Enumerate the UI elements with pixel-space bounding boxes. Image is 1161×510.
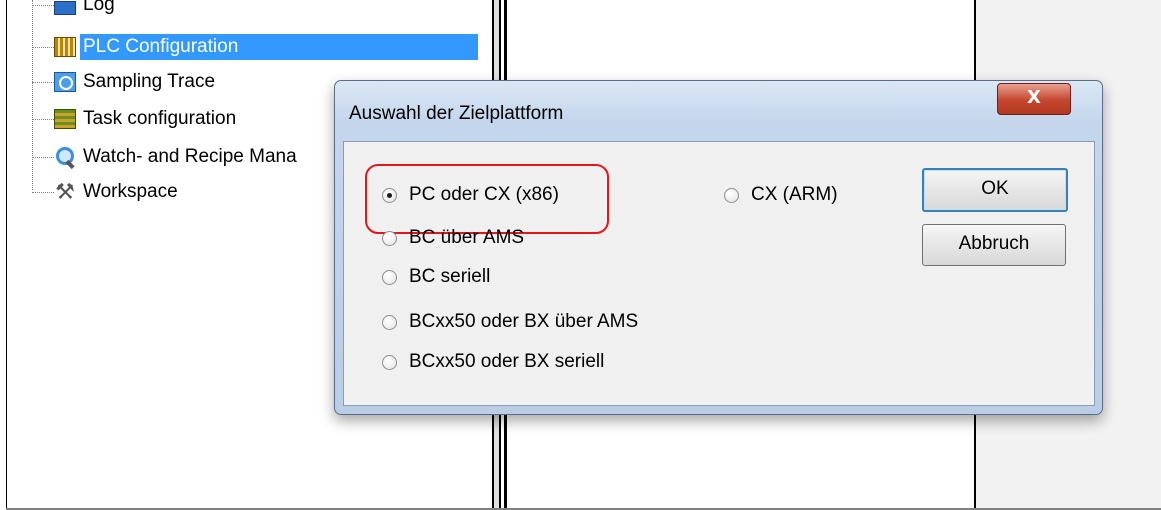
tree-item-plc-configuration[interactable]: PLC Configuration xyxy=(32,32,478,62)
tree-item-label: Sampling Trace xyxy=(83,71,216,92)
tree-item-label: PLC Configuration xyxy=(80,34,478,60)
tree-connector xyxy=(32,46,54,48)
log-icon xyxy=(54,1,76,15)
tree-item-sampling-trace[interactable]: Sampling Trace xyxy=(32,67,218,97)
tree-connector xyxy=(32,156,54,158)
tree-item-log[interactable]: Log xyxy=(32,0,118,20)
task-configuration-icon xyxy=(54,109,76,129)
radio-bc-seriell[interactable]: BC seriell xyxy=(382,266,490,288)
radio-bcxx50-bx-seriell[interactable]: BCxx50 oder BX seriell xyxy=(382,351,604,373)
workspace-icon: ⚒ xyxy=(55,179,75,204)
ok-button[interactable]: OK xyxy=(922,168,1068,212)
tree-item-label: Log xyxy=(83,0,115,15)
close-button[interactable]: X xyxy=(997,83,1071,115)
close-icon: X xyxy=(1027,87,1041,108)
tree-connector xyxy=(32,4,54,6)
radio-unselected-icon[interactable] xyxy=(382,269,397,285)
tree-item-label: Watch- and Recipe Mana xyxy=(83,146,297,167)
radio-pc-cx-x86[interactable]: PC oder CX (x86) xyxy=(382,184,559,206)
radio-label: BCxx50 oder BX seriell xyxy=(409,351,605,372)
radio-label: BC seriell xyxy=(409,266,491,287)
plc-configuration-icon xyxy=(54,37,76,57)
target-platform-dialog: Auswahl der Zielplattform X PC oder CX (… xyxy=(334,80,1103,415)
tree-item-label: Workspace xyxy=(83,181,178,202)
radio-label: BC über AMS xyxy=(409,227,525,248)
tree-connector xyxy=(32,118,54,120)
radio-unselected-icon[interactable] xyxy=(382,314,397,330)
tree-connector xyxy=(32,191,54,193)
radio-unselected-icon[interactable] xyxy=(382,354,397,370)
radio-selected-icon[interactable] xyxy=(382,187,397,203)
sampling-trace-icon xyxy=(54,72,76,92)
radio-cx-arm[interactable]: CX (ARM) xyxy=(724,184,838,206)
tree-item-task-configuration[interactable]: Task configuration xyxy=(32,104,239,134)
tree-item-watch-recipe[interactable]: Watch- and Recipe Mana xyxy=(32,142,300,172)
dialog-title: Auswahl der Zielplattform xyxy=(349,103,564,124)
tree-item-label: Task configuration xyxy=(83,108,237,129)
radio-unselected-icon[interactable] xyxy=(382,230,397,246)
radio-label: BCxx50 oder BX über AMS xyxy=(409,311,639,332)
tree-item-workspace[interactable]: ⚒ Workspace xyxy=(32,177,181,207)
radio-label: CX (ARM) xyxy=(751,184,838,205)
cancel-button[interactable]: Abbruch xyxy=(922,224,1066,266)
radio-bcxx50-bx-ams[interactable]: BCxx50 oder BX über AMS xyxy=(382,311,638,333)
watch-recipe-icon xyxy=(54,146,76,168)
dialog-client-area: PC oder CX (x86) CX (ARM) BC über AMS BC… xyxy=(343,141,1095,406)
tree-connector xyxy=(32,81,54,83)
radio-unselected-icon[interactable] xyxy=(724,187,739,203)
radio-label: PC oder CX (x86) xyxy=(409,184,559,205)
radio-bc-ams[interactable]: BC über AMS xyxy=(382,227,524,249)
